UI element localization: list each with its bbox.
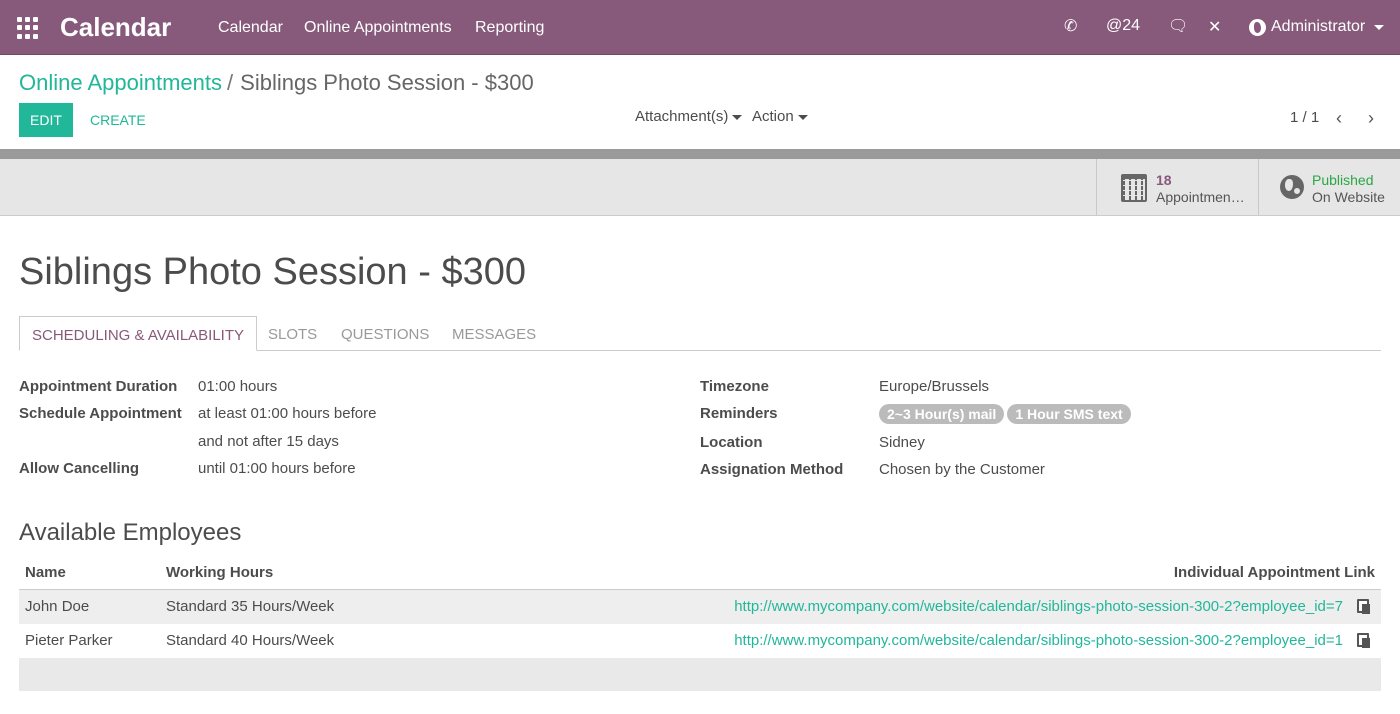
schedule-label: Schedule Appointment [19, 405, 182, 422]
menu-online-appointments[interactable]: Online Appointments [304, 19, 452, 37]
status-divider [0, 149, 1400, 159]
user-avatar-icon [1249, 18, 1266, 36]
employee-name: John Doe [25, 598, 90, 615]
employee-appointment-link[interactable]: http://www.mycompany.com/website/calenda… [734, 632, 1343, 649]
edit-button[interactable]: EDIT [19, 103, 73, 137]
menu-reporting[interactable]: Reporting [475, 19, 544, 37]
mentions-button[interactable]: @24 [1106, 17, 1140, 35]
copy-icon[interactable] [1357, 599, 1370, 614]
calendar-icon [1121, 174, 1147, 202]
cancel-label: Allow Cancelling [19, 460, 140, 477]
reminders-tags: 2~3 Hour(s) mail 1 Hour SMS text [879, 404, 1131, 424]
breadcrumb-current: Siblings Photo Session - $300 [240, 70, 534, 95]
action-dropdown[interactable]: Action [752, 108, 808, 125]
employees-table: Name Working Hours Individual Appointmen… [19, 556, 1381, 691]
notebook-tabs: SCHEDULING & AVAILABILITY SLOTS QUESTION… [19, 316, 1381, 351]
breadcrumb: Online Appointments / Siblings Photo Sessi… [19, 70, 534, 96]
chat-icon[interactable]: 🗨 [1168, 16, 1188, 36]
column-header-working-hours[interactable]: Working Hours [166, 564, 273, 581]
pager-previous-icon[interactable]: ‹ [1336, 108, 1342, 129]
schedule-value-min: at least 01:00 hours before [198, 405, 377, 422]
table-footer [19, 658, 1381, 691]
column-header-appointment-link[interactable]: Individual Appointment Link [1174, 564, 1375, 581]
pager-next-icon[interactable]: › [1368, 108, 1374, 129]
cancel-value: until 01:00 hours before [198, 460, 356, 477]
copy-icon[interactable] [1357, 633, 1370, 648]
pager-value[interactable]: 1 / 1 [1290, 109, 1319, 126]
published-toggle-button[interactable]: Published On Website [1258, 159, 1400, 216]
apps-menu-icon[interactable] [17, 17, 39, 39]
globe-icon [1280, 175, 1304, 199]
published-label: On Website [1312, 189, 1385, 205]
reminder-tag: 1 Hour SMS text [1007, 404, 1131, 424]
smart-button-box: 18 Appointmen… Published On Website [0, 159, 1400, 216]
appointments-label: Appointmen… [1156, 189, 1245, 205]
record-title: Siblings Photo Session - $300 [19, 251, 526, 293]
breadcrumb-separator: / [227, 70, 234, 95]
duration-label: Appointment Duration [19, 378, 178, 395]
schedule-value-max: and not after 15 days [198, 433, 339, 450]
employee-working-hours: Standard 40 Hours/Week [166, 632, 335, 649]
chevron-down-icon [797, 114, 808, 120]
timezone-label: Timezone [700, 378, 769, 395]
chevron-down-icon [1374, 24, 1385, 30]
employee-appointment-link[interactable]: http://www.mycompany.com/website/calenda… [734, 598, 1343, 615]
tools-icon[interactable]: ✕ [1208, 17, 1221, 37]
appointments-count: 18 [1156, 172, 1172, 188]
create-button[interactable]: CREATE [90, 112, 146, 128]
duration-value: 01:00 hours [198, 378, 278, 395]
table-row[interactable]: John Doe Standard 35 Hours/Week http://w… [19, 590, 1381, 624]
location-label: Location [700, 434, 763, 451]
at-icon: @ [1106, 17, 1123, 34]
appointments-smart-button[interactable]: 18 Appointmen… [1096, 159, 1258, 216]
assignation-label: Assignation Method [700, 461, 844, 478]
employees-section-title: Available Employees [19, 519, 242, 546]
app-title: Calendar [60, 12, 172, 42]
attachments-label: Attachment(s) [635, 108, 729, 125]
timezone-value: Europe/Brussels [879, 378, 990, 395]
tab-messages[interactable]: MESSAGES [440, 316, 548, 351]
action-label: Action [752, 108, 794, 125]
phone-icon[interactable]: ✆ [1064, 16, 1077, 36]
reminders-label: Reminders [700, 405, 778, 422]
menu-calendar[interactable]: Calendar [218, 19, 283, 37]
assignation-value: Chosen by the Customer [879, 461, 1045, 478]
tab-questions[interactable]: QUESTIONS [329, 316, 441, 351]
column-header-name[interactable]: Name [25, 564, 66, 581]
published-status: Published [1312, 172, 1374, 188]
tab-scheduling-availability[interactable]: SCHEDULING & AVAILABILITY [19, 316, 258, 351]
reminder-tag: 2~3 Hour(s) mail [879, 404, 1005, 424]
location-value: Sidney [879, 434, 925, 451]
breadcrumb-parent-link[interactable]: Online Appointments [19, 70, 222, 95]
table-row[interactable]: Pieter Parker Standard 40 Hours/Week htt… [19, 624, 1381, 658]
user-name: Administrator [1271, 18, 1366, 35]
table-header: Name Working Hours Individual Appointmen… [19, 556, 1381, 590]
chevron-down-icon [732, 114, 743, 120]
tab-slots[interactable]: SLOTS [256, 316, 329, 351]
user-menu[interactable]: Administrator [1249, 18, 1385, 36]
mention-count: 24 [1122, 17, 1141, 34]
employee-name: Pieter Parker [25, 632, 113, 649]
employee-working-hours: Standard 35 Hours/Week [166, 598, 335, 615]
attachments-dropdown[interactable]: Attachment(s) [635, 108, 743, 125]
top-navbar: Calendar Calendar Online Appointments Re… [0, 0, 1400, 55]
